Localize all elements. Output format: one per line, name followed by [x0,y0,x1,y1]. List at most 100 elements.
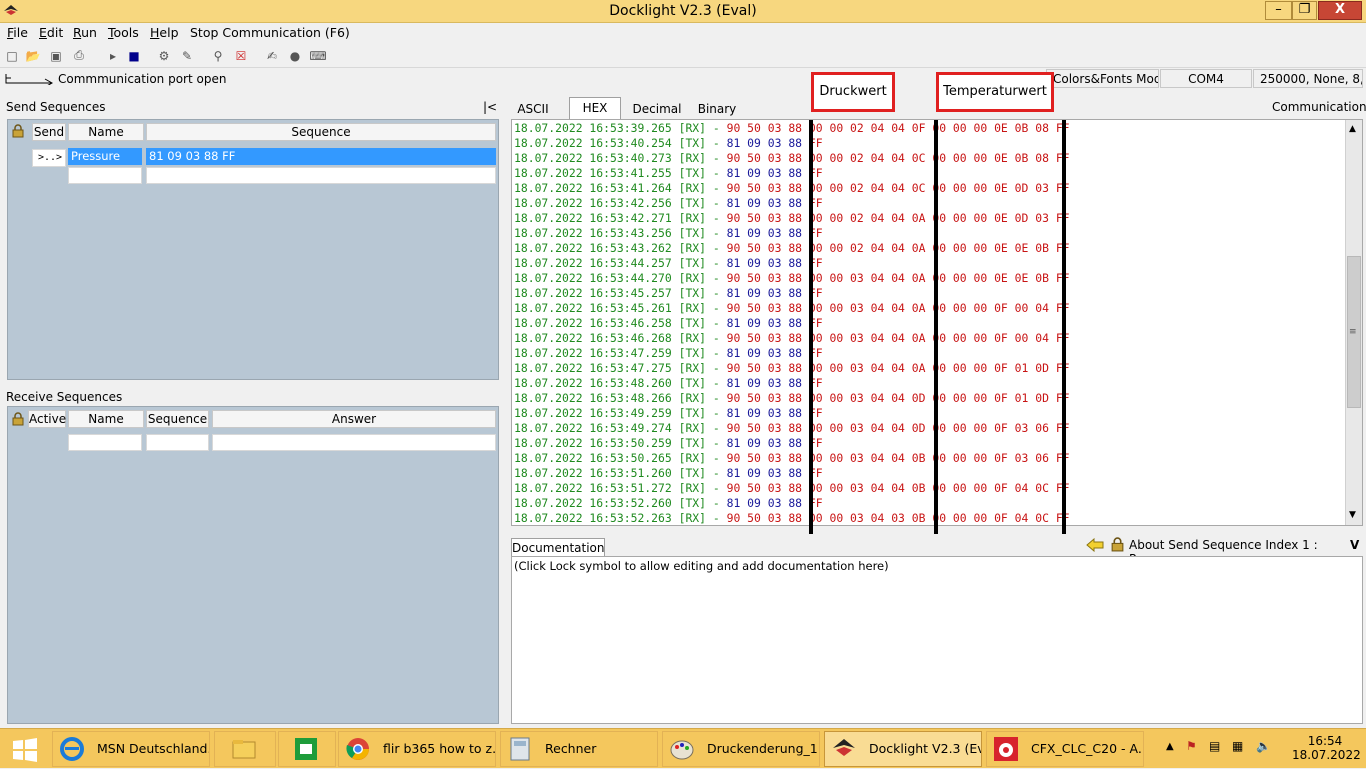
taskbar-paint[interactable]: Druckenderung_1... [662,731,820,767]
taskbar-msn[interactable]: MSN Deutschland... [52,731,210,767]
camera-icon[interactable]: ● [286,47,304,64]
clear-icon[interactable]: ☒ [232,47,250,64]
taskbar-explorer[interactable] [214,731,276,767]
log-separator: - [706,466,727,480]
save-icon[interactable]: ▣ [47,47,65,64]
log-timestamp: 18.07.2022 16:53:51.260 [514,466,672,480]
log-direction: [TX] [678,136,707,150]
clock[interactable]: 16:54 18.07.2022 [1292,734,1361,762]
documentation-toggle-button[interactable]: V [1350,538,1359,552]
log-timestamp: 18.07.2022 16:53:50.259 [514,436,672,450]
taskbar-docklight[interactable]: Docklight V2.3 (Ev... [824,731,982,767]
maximize-button[interactable]: ❐ [1292,1,1317,20]
empty-name-cell[interactable] [68,167,142,184]
tab-decimal[interactable]: Decimal [629,99,685,119]
send-sequence-button[interactable]: >..> [32,149,66,167]
empty-sequence-cell[interactable] [146,434,209,451]
empty-sequence-cell[interactable] [146,167,496,184]
menu-file[interactable]: File [7,25,28,40]
keyboard-send-icon[interactable]: ⌨ [309,47,327,64]
tab-binary[interactable]: Binary [694,99,740,119]
lock-icon[interactable] [1110,537,1125,552]
back-arrow-icon[interactable] [1086,538,1104,552]
log-line: 18.07.2022 16:53:52.260 [TX] - 81 09 03 … [514,496,836,511]
menu-edit[interactable]: Edit [39,25,63,40]
flag-icon[interactable]: ⚑ [1186,739,1197,753]
sequence-name-cell[interactable]: Pressure [68,148,142,165]
close-button[interactable]: X [1318,1,1362,20]
edit-document-icon[interactable]: ✍ [263,47,281,64]
sequence-column-header[interactable]: Sequence [146,410,209,428]
find-icon[interactable]: ⚲ [209,47,227,64]
lock-icon[interactable] [11,412,25,426]
taskbar-calculator[interactable]: Rechner [500,731,658,767]
windows-start-icon[interactable] [12,738,38,762]
stop-icon[interactable]: ■ [125,47,143,64]
log-separator [672,181,679,195]
collapse-panel-button[interactable]: |< [483,100,497,114]
clock-time: 16:54 [1307,734,1343,748]
log-pressure-bytes: 00 00 03 04 04 0B [808,481,926,495]
menu-tools[interactable]: Tools [108,25,139,40]
log-direction: [RX] [678,121,707,135]
lock-icon[interactable] [11,124,25,138]
volume-icon[interactable]: 🔈 [1256,739,1271,753]
open-folder-icon[interactable]: 📂 [24,47,42,64]
taskbar-chrome[interactable]: flir b365 how to z... [338,731,496,767]
toolbar: □ 📂 ▣ ⎙ ▸ ■ ⚙ ✎ ⚲ ☒ ✍ ● ⌨ [0,44,1366,68]
log-separator: - [706,346,727,360]
log-header-bytes: 90 50 03 88 [726,151,803,165]
log-separator [802,226,809,240]
tab-hex[interactable]: HEX [569,97,621,119]
taskbar-cfx[interactable]: CFX_CLC_C20 - A... [986,731,1144,767]
device-icon[interactable]: ▤ [1209,739,1220,753]
log-separator: - [706,271,727,285]
name-column-header[interactable]: Name [68,123,144,141]
active-column-header[interactable]: Active [28,410,66,428]
tab-documentation[interactable]: Documentation [511,538,605,557]
settings-icon[interactable]: ⚙ [155,47,173,64]
empty-name-cell[interactable] [68,434,142,451]
tab-ascii[interactable]: ASCII [511,99,555,119]
vertical-scrollbar[interactable]: ▲ ≡ ▼ [1345,120,1362,525]
menu-run[interactable]: Run [73,25,97,40]
log-header-bytes: 90 50 03 88 [726,331,803,345]
log-pressure-bytes: 00 00 03 04 04 0D [808,391,926,405]
log-separator [672,226,679,240]
answer-column-header[interactable]: Answer [212,410,496,428]
log-separator [672,166,679,180]
send-column-header[interactable]: Send [32,123,66,141]
annotation-line-temperature-end [1062,120,1066,534]
network-icon[interactable]: ▦ [1232,739,1243,753]
new-file-icon[interactable]: □ [3,47,21,64]
sequence-value-cell[interactable]: 81 09 03 88 FF [146,148,496,165]
log-timestamp: 18.07.2022 16:53:43.256 [514,226,672,240]
sequence-column-header[interactable]: Sequence [146,123,496,141]
print-icon[interactable]: ⎙ [70,47,88,64]
scroll-down-icon[interactable]: ▼ [1349,510,1356,520]
clock-date: 18.07.2022 [1292,748,1361,762]
documentation-area[interactable]: (Click Lock symbol to allow editing and … [511,556,1363,724]
empty-answer-cell[interactable] [212,434,496,451]
minimize-button[interactable]: – [1265,1,1292,20]
log-temperature-bytes: 00 00 00 0F 00 04 [932,301,1049,315]
docklight-icon [833,739,855,756]
log-separator [829,166,836,180]
play-icon[interactable]: ▸ [104,47,122,64]
log-timestamp: 18.07.2022 16:53:46.258 [514,316,672,330]
log-line: 18.07.2022 16:53:49.259 [TX] - 81 09 03 … [514,406,836,421]
menu-help[interactable]: Help [150,25,179,40]
scroll-up-icon[interactable]: ▲ [1349,124,1356,134]
log-separator [829,346,836,360]
communication-label: Communication [1272,100,1366,114]
colors-fonts-mode[interactable]: Colors&Fonts Mode [1046,69,1159,88]
window-title: Docklight V2.3 (Eval) [609,3,757,19]
taskbar-label: MSN Deutschland... [97,741,210,756]
show-hidden-icons-icon[interactable]: ▲ [1166,741,1174,752]
name-column-header[interactable]: Name [68,410,144,428]
menu-stop-communication[interactable]: Stop Communication (F6) [190,25,350,40]
taskbar-store[interactable] [278,731,336,767]
keyboard-icon[interactable]: ✎ [178,47,196,64]
log-separator [802,316,809,330]
log-separator [672,241,679,255]
